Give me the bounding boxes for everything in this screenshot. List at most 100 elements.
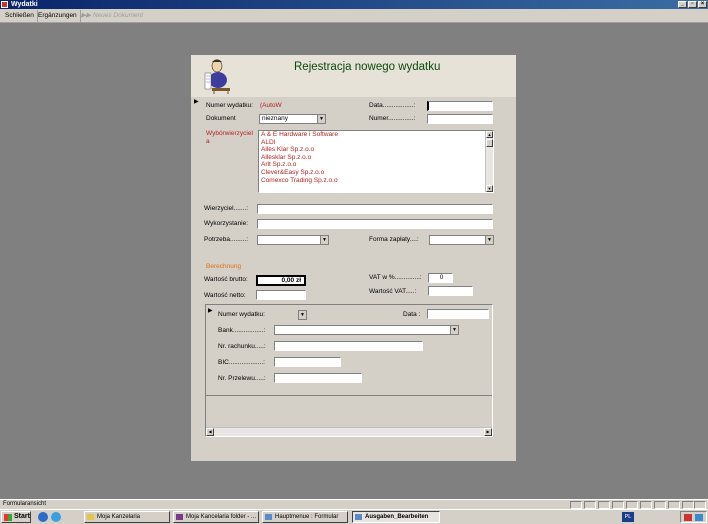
- status-cell: [626, 501, 638, 509]
- start-label: Start: [14, 513, 30, 520]
- vat-amount-input[interactable]: [428, 286, 473, 296]
- windows-logo-icon: [4, 514, 12, 521]
- usage-input[interactable]: [257, 219, 493, 229]
- status-cell: [584, 501, 596, 509]
- chevron-down-icon[interactable]: ▼: [320, 236, 328, 244]
- list-item[interactable]: Clever&Easy Sp.z.o.o: [259, 169, 493, 177]
- bank-select[interactable]: ▼: [274, 325, 459, 335]
- need-label: Potrzeba.........:: [204, 236, 249, 243]
- tray-icon[interactable]: [695, 514, 703, 521]
- payment-form-select[interactable]: ▼: [429, 235, 494, 245]
- system-tray: [680, 511, 707, 523]
- record-selector-icon[interactable]: ▶: [194, 98, 199, 105]
- close-form-button[interactable]: Schließen: [2, 10, 38, 22]
- task-hauptmenue[interactable]: Hauptmenue : Formular: [262, 511, 348, 523]
- scroll-right-icon[interactable]: ▶: [484, 428, 492, 436]
- chevron-down-icon[interactable]: ▼: [317, 115, 325, 123]
- scroll-thumb[interactable]: [486, 139, 493, 147]
- status-cell: [570, 501, 582, 509]
- record-selector-icon[interactable]: ▶: [208, 307, 213, 314]
- task-label: Hauptmenue : Formular: [275, 514, 339, 520]
- vat-percent-input[interactable]: 0: [428, 273, 453, 283]
- folder-icon: [87, 514, 94, 520]
- transfer-number-label: Nr. Przelewu.....:: [218, 375, 266, 382]
- sub-date-label: Data :: [403, 311, 421, 318]
- net-value-input[interactable]: [256, 290, 306, 300]
- number-label: Numer..............:: [369, 115, 416, 122]
- document-select-value: nieznany: [262, 115, 289, 122]
- new-document-label: Neues Dokument: [92, 12, 144, 19]
- scroll-down-icon[interactable]: ▼: [486, 185, 493, 192]
- need-select[interactable]: ▼: [257, 235, 329, 245]
- scroll-left-icon[interactable]: ◀: [206, 428, 214, 436]
- date-input[interactable]: [427, 101, 493, 111]
- task-moja-kanzelaria[interactable]: Moja Kanzelaria: [84, 511, 170, 523]
- status-cell: [668, 501, 680, 509]
- net-value-label: Wartość netto:: [204, 292, 246, 299]
- creditor-input[interactable]: [257, 204, 493, 214]
- chevron-down-icon[interactable]: ▼: [485, 236, 493, 244]
- subform-record: Numer wydatku: ▼ Data : Bank............…: [214, 305, 492, 395]
- account-number-label: Nr. rachunku.....:: [218, 343, 266, 350]
- tray-icon[interactable]: [684, 514, 692, 521]
- list-item[interactable]: ALDI: [259, 139, 493, 147]
- title-bar: Wydatki _ ▫ ×: [0, 0, 708, 9]
- expense-number-value: (AutoW: [260, 102, 282, 109]
- gross-value-label: Wartość brutto:: [204, 276, 248, 283]
- chevron-down-icon[interactable]: ▼: [450, 326, 458, 334]
- form-icon: [355, 514, 362, 520]
- bic-input[interactable]: [274, 357, 341, 367]
- task-label: Moja Kancelaria folder - ...: [186, 514, 257, 520]
- form-header: Rejestracja nowego wydatku: [191, 55, 516, 97]
- window-title: Wydatki: [11, 1, 38, 8]
- list-item[interactable]: A & E Hardware i Software: [259, 131, 493, 139]
- list-item[interactable]: Allesklar Sp.z.o.o: [259, 154, 493, 162]
- list-item[interactable]: Comexco Trading Sp.z.o.o: [259, 177, 493, 185]
- subform-divider: [206, 395, 492, 396]
- new-document-button[interactable]: ▶▶ Neues Dokument: [78, 10, 146, 22]
- ie-icon[interactable]: [51, 512, 61, 522]
- close-icon[interactable]: ×: [698, 1, 707, 8]
- list-item[interactable]: Alles Klar Sp.z.o.o: [259, 146, 493, 154]
- listbox-scrollbar[interactable]: ▲ ▼: [485, 131, 493, 192]
- form-panel: Rejestracja nowego wydatku ▶ Numer wydat…: [191, 55, 516, 461]
- account-number-input[interactable]: [274, 341, 423, 351]
- status-cell: [612, 501, 624, 509]
- usage-label: Wykorzystanie:: [204, 220, 249, 227]
- double-arrow-icon: ▶▶: [81, 12, 93, 19]
- status-cell: [598, 501, 610, 509]
- task-label: Moja Kanzelaria: [97, 514, 141, 520]
- task-label: Ausgaben_Bearbeiten: [365, 514, 429, 520]
- language-indicator[interactable]: PL: [622, 512, 634, 522]
- creditor-choice-label: Wybórwierzyciela: [206, 130, 253, 145]
- transfer-number-input[interactable]: [274, 373, 362, 383]
- app-icon: [1, 1, 8, 8]
- status-cell: [694, 501, 706, 509]
- restore-icon[interactable]: ▫: [688, 1, 697, 8]
- vat-amount-label: Wartość VAT.....:: [369, 288, 417, 295]
- browser-icon[interactable]: [38, 512, 48, 522]
- chevron-down-icon[interactable]: ▼: [299, 311, 306, 319]
- document-select[interactable]: nieznany ▼: [259, 114, 326, 124]
- gross-value-input[interactable]: 0,00 zł: [256, 275, 306, 286]
- sub-expense-number-select[interactable]: ▼: [298, 310, 307, 320]
- start-button[interactable]: Start: [1, 511, 31, 523]
- task-moja-kancelaria-folder[interactable]: Moja Kancelaria folder - ...: [173, 511, 259, 523]
- bank-subform: ▶ Numer wydatku: ▼ Data : Bank..........…: [205, 304, 493, 437]
- document-label: Dokument: [206, 115, 236, 122]
- date-label: Data.................:: [369, 102, 416, 109]
- expense-number-label: Numer wydatku:: [206, 102, 253, 109]
- form-title: Rejestracja nowego wydatku: [294, 61, 441, 73]
- list-item[interactable]: Arlt Sp.z.o.o: [259, 161, 493, 169]
- scroll-up-icon[interactable]: ▲: [486, 131, 493, 138]
- sub-date-input[interactable]: [427, 309, 489, 319]
- subform-hscrollbar[interactable]: ◀ ▶: [206, 427, 492, 436]
- extras-button[interactable]: Ergänzungen: [35, 10, 81, 22]
- vat-percent-label: VAT w %..............:: [369, 274, 422, 281]
- task-ausgaben-bearbeiten[interactable]: Ausgaben_Bearbeiten: [352, 511, 440, 523]
- creditor-listbox[interactable]: A & E Hardware i Software ALDI Alles Kla…: [258, 130, 494, 193]
- minimize-icon[interactable]: _: [678, 1, 687, 8]
- bic-label: BIC...................:: [218, 359, 265, 366]
- number-input[interactable]: [427, 114, 493, 124]
- sub-expense-number-label: Numer wydatku:: [218, 311, 265, 318]
